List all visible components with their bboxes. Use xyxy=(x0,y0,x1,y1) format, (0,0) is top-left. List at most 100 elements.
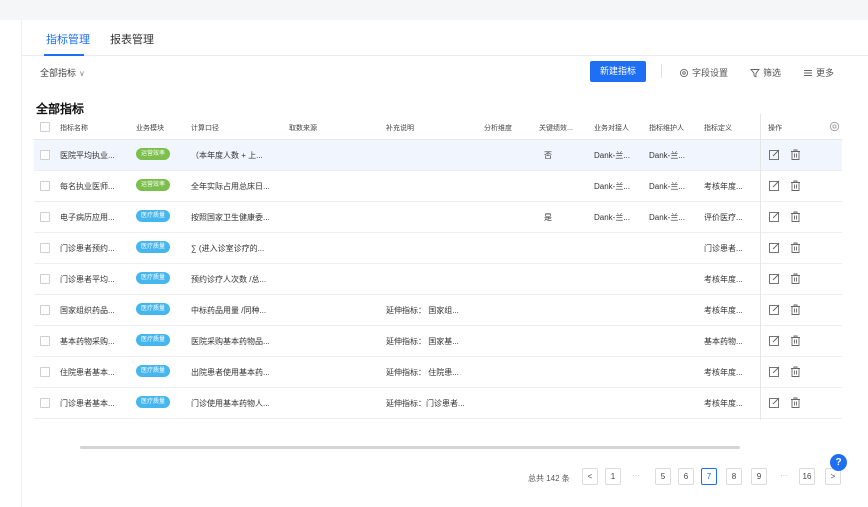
row-checkbox[interactable] xyxy=(40,181,50,191)
delete-icon[interactable] xyxy=(789,272,802,285)
module-badge: 医疗质量 xyxy=(136,210,171,222)
table-row[interactable]: 基本药物采购... 医院采购基本药物品... 延伸指标： 国家基... 基本药物...… xyxy=(34,326,842,357)
module-badge: 医疗质量 xyxy=(136,241,171,253)
page-ellipsis: ··· xyxy=(628,468,644,485)
field-settings-button[interactable]: 字段设置 xyxy=(679,66,728,79)
edit-icon[interactable] xyxy=(768,303,781,316)
actions-column-divider xyxy=(760,114,761,420)
indicator-name: 电子病历应用... xyxy=(60,213,115,222)
filter-icon xyxy=(750,68,760,78)
left-divider xyxy=(21,20,22,507)
page-button[interactable]: 8 xyxy=(726,468,742,485)
delete-icon[interactable] xyxy=(789,179,802,192)
indicator-name: 基本药物采购... xyxy=(60,337,115,346)
note-cell: 延伸指标： 住院患... xyxy=(386,368,459,377)
edit-icon[interactable] xyxy=(768,396,781,409)
calc-cell: 全年实际占用总床日... xyxy=(191,182,270,191)
row-checkbox[interactable] xyxy=(40,336,50,346)
delete-icon[interactable] xyxy=(789,241,802,254)
page-button[interactable]: 5 xyxy=(655,468,671,485)
row-checkbox[interactable] xyxy=(40,274,50,284)
module-badge: 医疗质量 xyxy=(136,365,171,377)
prev-page-button[interactable]: < xyxy=(582,468,598,485)
row-checkbox[interactable] xyxy=(40,398,50,408)
maintainer-cell: Dank-兰... xyxy=(649,151,686,160)
edit-icon[interactable] xyxy=(768,334,781,347)
row-actions xyxy=(768,334,802,347)
more-button[interactable]: 更多 xyxy=(803,66,834,79)
delete-icon[interactable] xyxy=(789,210,802,223)
col-header-source: 取数来源 xyxy=(289,125,317,132)
row-actions xyxy=(768,241,802,254)
table-row[interactable]: 医院平均执业... （本年度人数 + 上... 否 Dank-兰... Dank-兰..… xyxy=(34,140,842,171)
table-row[interactable]: 每名执业医师... 全年实际占用总床日... Dank-兰... Dank-兰... 考… xyxy=(34,171,842,202)
calc-cell: 中标药品用量 /同种... xyxy=(191,306,267,315)
col-header-actions: 操作 xyxy=(768,125,782,132)
edit-icon[interactable] xyxy=(768,365,781,378)
settings-icon xyxy=(679,68,689,77)
select-all-checkbox[interactable] xyxy=(40,122,50,132)
col-header-name: 指标名称 xyxy=(60,125,88,132)
active-tab-underline xyxy=(44,54,84,56)
calc-cell: 出院患者使用基本药... xyxy=(191,368,270,377)
tab-indicator-management[interactable]: 指标管理 xyxy=(46,31,90,47)
tab-report-management[interactable]: 报表管理 xyxy=(110,31,154,47)
kpi-cell: 是 xyxy=(544,213,552,222)
indicator-filter-dropdown[interactable]: 全部指标 ∨ xyxy=(40,66,85,79)
row-checkbox[interactable] xyxy=(40,150,50,160)
row-checkbox[interactable] xyxy=(40,367,50,377)
chevron-down-icon: ∨ xyxy=(79,69,85,78)
page-button[interactable]: 6 xyxy=(678,468,694,485)
page-button[interactable]: 7 xyxy=(701,468,717,485)
row-checkbox[interactable] xyxy=(40,243,50,253)
indicator-name: 门诊患者预约... xyxy=(60,244,115,253)
table-row[interactable]: 门诊患者平均... 预约诊疗人次数 /总... 考核年度... 医疗质量 xyxy=(34,264,842,295)
edit-icon[interactable] xyxy=(768,272,781,285)
indicator-name: 住院患者基本... xyxy=(60,368,115,377)
module-badge: 医疗质量 xyxy=(136,272,171,284)
page-button[interactable]: 1 xyxy=(605,468,621,485)
page-button[interactable]: 9 xyxy=(751,468,767,485)
row-checkbox[interactable] xyxy=(40,305,50,315)
edit-icon[interactable] xyxy=(768,241,781,254)
definition-cell: 考核年度... xyxy=(704,275,743,284)
table-row[interactable]: 国家组织药品... 中标药品用量 /同种... 延伸指标： 国家组... 考核年度..… xyxy=(34,295,842,326)
help-button[interactable]: ? xyxy=(830,454,847,471)
table-row[interactable]: 门诊患者预约... ∑ (进入诊室诊疗的... 门诊患者... 医疗质量 xyxy=(34,233,842,264)
delete-icon[interactable] xyxy=(789,334,802,347)
table-row[interactable]: 门诊患者基本... 门诊使用基本药物人... 延伸指标：门诊患者... 考核年度...… xyxy=(34,388,842,419)
definition-cell: 基本药物... xyxy=(704,337,743,346)
page-button[interactable]: 16 xyxy=(799,468,815,485)
table-row[interactable]: 住院患者基本... 出院患者使用基本药... 延伸指标： 住院患... 考核年度...… xyxy=(34,357,842,388)
delete-icon[interactable] xyxy=(789,365,802,378)
module-badge: 医疗质量 xyxy=(136,334,171,346)
indicator-name: 每名执业医师... xyxy=(60,182,115,191)
note-cell: 延伸指标： 国家基... xyxy=(386,337,459,346)
filter-button[interactable]: 筛选 xyxy=(750,66,781,79)
definition-cell: 考核年度... xyxy=(704,306,743,315)
calc-cell: ∑ (进入诊室诊疗的... xyxy=(191,244,265,253)
delete-icon[interactable] xyxy=(789,396,802,409)
column-settings-icon[interactable] xyxy=(829,121,840,132)
calc-cell: 门诊使用基本药物人... xyxy=(191,399,270,408)
table-row[interactable]: 电子病历应用... 按照国家卫生健康委... 是 Dank-兰... Dank-兰...… xyxy=(34,202,842,233)
row-checkbox[interactable] xyxy=(40,212,50,222)
horizontal-scrollbar[interactable] xyxy=(80,446,740,449)
new-indicator-button[interactable]: 新建指标 xyxy=(590,61,646,82)
indicator-name: 国家组织药品... xyxy=(60,306,115,315)
row-actions xyxy=(768,272,802,285)
col-header-definition: 指标定义 xyxy=(704,125,732,132)
biz-contact-cell: Dank-兰... xyxy=(594,213,631,222)
edit-icon[interactable] xyxy=(768,148,781,161)
maintainer-cell: Dank-兰... xyxy=(649,213,686,222)
definition-cell: 考核年度... xyxy=(704,182,743,191)
calc-cell: 医院采购基本药物品... xyxy=(191,337,270,346)
delete-icon[interactable] xyxy=(789,303,802,316)
edit-icon[interactable] xyxy=(768,210,781,223)
table-body: 医院平均执业... （本年度人数 + 上... 否 Dank-兰... Dank-兰..… xyxy=(34,140,842,419)
field-settings-label: 字段设置 xyxy=(692,68,729,78)
calc-cell: （本年度人数 + 上... xyxy=(191,151,263,160)
edit-icon[interactable] xyxy=(768,179,781,192)
delete-icon[interactable] xyxy=(789,148,802,161)
page-ellipsis: ··· xyxy=(776,468,792,485)
